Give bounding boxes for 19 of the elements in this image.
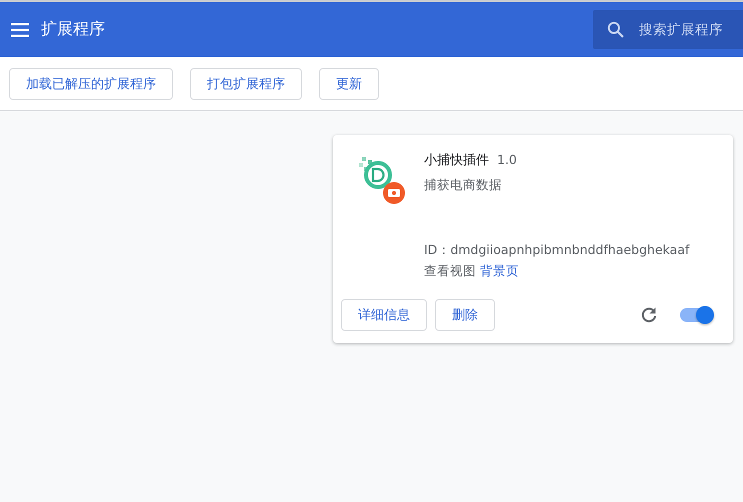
toolbar-button[interactable]: 更新 [319, 68, 379, 100]
reload-icon[interactable] [640, 306, 658, 324]
extension-version: 1.0 [497, 152, 517, 167]
menu-icon[interactable] [11, 22, 29, 36]
page-title: 扩展程序 [41, 19, 105, 40]
views-label: 查看视图 [424, 263, 476, 280]
extension-description: 捕获电商数据 [424, 177, 503, 194]
id-label: ID： [424, 242, 450, 259]
extension-logo-icon [358, 155, 408, 207]
search-icon [607, 21, 624, 38]
search-field[interactable]: 搜索扩展程序 [593, 10, 743, 49]
toolbar-button[interactable]: 加载已解压的扩展程序 [9, 68, 173, 100]
extension-name: 小捕快插件 [424, 152, 489, 169]
extension-id: dmdgiioapnhpibmnbnddfhaebghekaaf [450, 242, 690, 259]
toolbar-button[interactable]: 打包扩展程序 [190, 68, 302, 100]
card-button[interactable]: 删除 [435, 299, 495, 331]
enable-toggle[interactable] [680, 305, 714, 325]
background-page-link[interactable]: 背景页 [480, 263, 519, 280]
card-button[interactable]: 详细信息 [341, 299, 427, 331]
